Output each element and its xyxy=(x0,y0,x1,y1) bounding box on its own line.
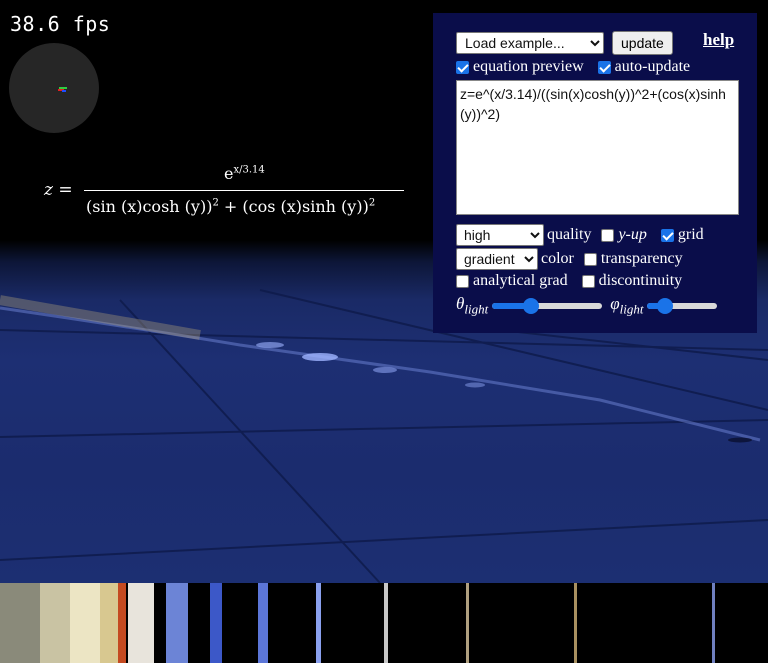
color-row: gradient color transparency xyxy=(456,248,683,270)
grid-label: grid xyxy=(677,226,704,243)
axis-gizmo[interactable] xyxy=(9,43,99,133)
light-row: θlight φlight xyxy=(456,294,718,317)
example-row: Load example... update xyxy=(456,31,673,55)
grid-checkbox[interactable] xyxy=(660,228,674,242)
fraction-bar xyxy=(84,190,404,192)
transparency-checkbox[interactable] xyxy=(583,252,597,266)
auto-update-label: auto-update xyxy=(614,58,691,75)
denominator-power-2: 2 xyxy=(368,197,376,209)
theta-light-label: θlight xyxy=(456,294,488,317)
quality-row: high quality y-up grid xyxy=(456,224,704,246)
update-button[interactable]: update xyxy=(612,31,673,55)
color-label: color xyxy=(541,250,574,267)
phi-slider-thumb[interactable] xyxy=(656,297,673,314)
phi-symbol: φ xyxy=(610,294,620,313)
quality-select[interactable]: high xyxy=(456,224,544,246)
control-panel: Load example... update help equation pre… xyxy=(433,13,757,333)
quality-label: quality xyxy=(547,226,592,243)
denominator-term-2: + (cos (x)sinh (y)) xyxy=(218,197,369,216)
analytical-grad-checkbox[interactable] xyxy=(456,274,469,288)
equation-denominator: (sin (x)cosh (y))2 + (cos (x)sinh (y))2 xyxy=(86,197,375,216)
y-up-checkbox[interactable] xyxy=(601,228,615,242)
z-axis-indicator xyxy=(62,90,66,92)
discontinuity-checkbox[interactable] xyxy=(581,274,595,288)
grad-row: analytical grad discontinuity xyxy=(456,272,682,290)
equation-preview-checkbox[interactable] xyxy=(456,60,469,74)
theta-slider-thumb[interactable] xyxy=(522,297,539,314)
equation-lhs: z = xyxy=(44,180,73,200)
numerator-exponent: x/3.14 xyxy=(233,164,265,176)
auto-update-checkbox[interactable] xyxy=(597,60,611,74)
equation-numerator: ex/3.14 xyxy=(224,164,265,183)
color-select[interactable]: gradient xyxy=(456,248,538,270)
help-link[interactable]: help xyxy=(703,30,734,50)
discontinuity-label: discontinuity xyxy=(598,272,683,289)
equation-preview: z = ex/3.14 (sin (x)cosh (y)) 2 + (cos (x… xyxy=(44,160,414,232)
load-example-select[interactable]: Load example... xyxy=(456,32,604,54)
y-up-label: y-up xyxy=(618,226,647,243)
denominator-term-1: (sin (x)cosh (y)) xyxy=(86,197,213,216)
preview-row: equation preview auto-update xyxy=(456,58,690,76)
theta-light-slider[interactable] xyxy=(492,297,603,314)
analytical-grad-label: analytical grad xyxy=(473,272,568,289)
phi-light-label: φlight xyxy=(610,294,643,317)
theta-subscript: light xyxy=(464,301,489,317)
equation-input[interactable]: z=e^(x/3.14)/((sin(x)cosh(y))^2+(cos(x)s… xyxy=(456,80,739,215)
phi-subscript: light xyxy=(619,301,644,317)
fps-counter: 38.6 fps xyxy=(10,12,111,36)
equation-preview-label: equation preview xyxy=(473,58,584,75)
transparency-label: transparency xyxy=(600,250,683,267)
phi-light-slider[interactable] xyxy=(647,297,718,314)
